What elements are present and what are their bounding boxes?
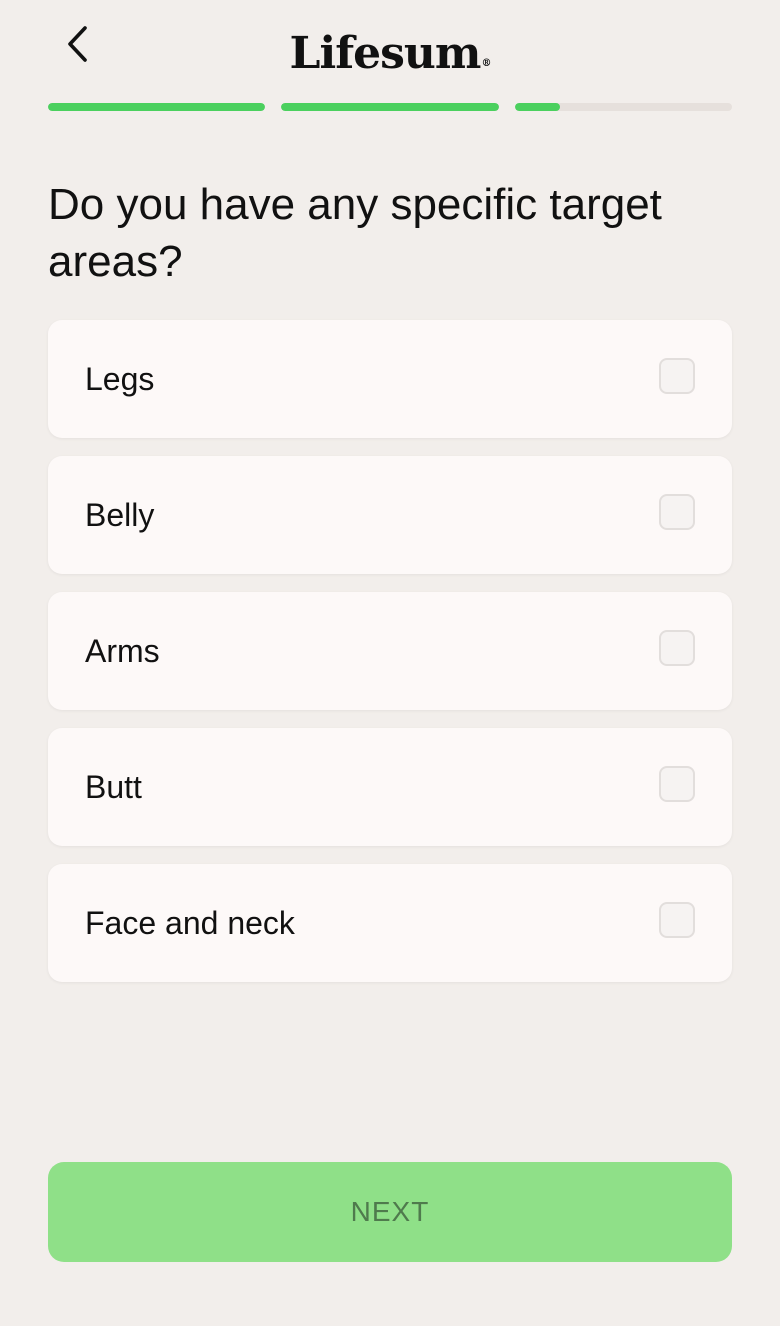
checkbox[interactable] (659, 358, 695, 394)
progress-bar (48, 103, 732, 111)
progress-segment (281, 103, 499, 111)
progress-fill (281, 103, 499, 111)
progress-fill (514, 103, 561, 111)
brand-name: Lifesum (289, 28, 482, 79)
next-button[interactable]: NEXT (48, 1162, 732, 1262)
option-face-and-neck[interactable]: Face and neck (48, 864, 732, 982)
option-label: Belly (85, 497, 155, 533)
option-butt[interactable]: Butt (48, 728, 732, 846)
checkbox[interactable] (659, 630, 695, 666)
option-label: Legs (85, 361, 155, 397)
options-list: Legs Belly Arms Butt Face and neck (48, 320, 732, 1000)
progress-segment (48, 103, 266, 111)
checkbox[interactable] (659, 494, 695, 530)
registered-mark: ® (481, 58, 491, 69)
header: Lifesum® (0, 0, 780, 100)
question-title: Do you have any specific target areas? (48, 180, 662, 286)
option-arms[interactable]: Arms (48, 592, 732, 710)
progress-fill (48, 103, 266, 111)
option-label: Arms (85, 633, 160, 669)
lifesum-logo: Lifesum® (0, 26, 780, 82)
option-label: Butt (85, 769, 142, 805)
option-belly[interactable]: Belly (48, 456, 732, 574)
checkbox[interactable] (659, 902, 695, 938)
progress-segment (514, 103, 732, 111)
checkbox[interactable] (659, 766, 695, 802)
option-legs[interactable]: Legs (48, 320, 732, 438)
option-label: Face and neck (85, 905, 295, 941)
